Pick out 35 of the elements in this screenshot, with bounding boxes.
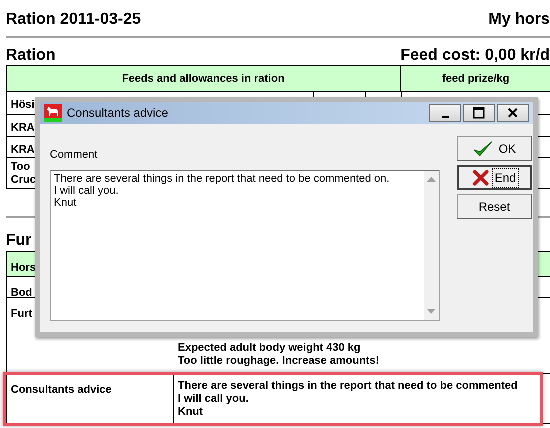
table-cell: Expected adult body weight 430 kg Too little roughage. Increase amounts!: [178, 342, 380, 368]
end-button[interactable]: End: [457, 165, 532, 190]
reset-button[interactable]: Reset: [457, 194, 532, 219]
table-cell: Hösi: [11, 99, 35, 112]
table-cell: Furt: [11, 308, 32, 321]
window-title: Consultants advice: [67, 106, 168, 120]
close-button[interactable]: [497, 104, 529, 122]
table-cell: Bod: [11, 287, 32, 300]
check-icon: [472, 140, 493, 156]
table-cell: Consultants advice: [11, 384, 112, 397]
maximize-button[interactable]: [463, 104, 495, 122]
report-title: Ration 2011-03-25: [6, 11, 142, 30]
table-cell: KRA: [11, 122, 35, 135]
table-cell: There are several things in the report that need to be commented I will call you. Knut: [178, 380, 518, 419]
table-cell: Hors: [11, 262, 36, 275]
cross-icon: [472, 170, 489, 186]
feed-cost: Feed cost: 0,00 kr/d: [400, 47, 550, 65]
horse-icon: [44, 104, 62, 122]
horse-name: My hors: [488, 11, 550, 30]
section-heading: Fur: [6, 232, 32, 249]
table-cell: Too Cruc: [11, 161, 36, 187]
minimize-button[interactable]: [429, 104, 461, 122]
column-header: feed prize/kg: [441, 72, 511, 86]
column-header: Feeds and allowances in ration: [7, 66, 401, 91]
minimize-icon: [442, 116, 448, 118]
maximize-icon: [473, 107, 485, 119]
scroll-down-icon: [427, 309, 436, 314]
scroll-up-icon: [427, 177, 436, 182]
field-label: Comment: [50, 149, 99, 161]
close-icon: [507, 107, 519, 119]
scrollbar[interactable]: [424, 171, 439, 320]
ok-button[interactable]: OK: [457, 136, 532, 161]
section-heading: Ration: [6, 47, 56, 65]
table-cell: KRA: [11, 144, 35, 157]
comment-field[interactable]: There are several things in the report that need to be commented on. I will call you. Knut: [50, 170, 440, 321]
